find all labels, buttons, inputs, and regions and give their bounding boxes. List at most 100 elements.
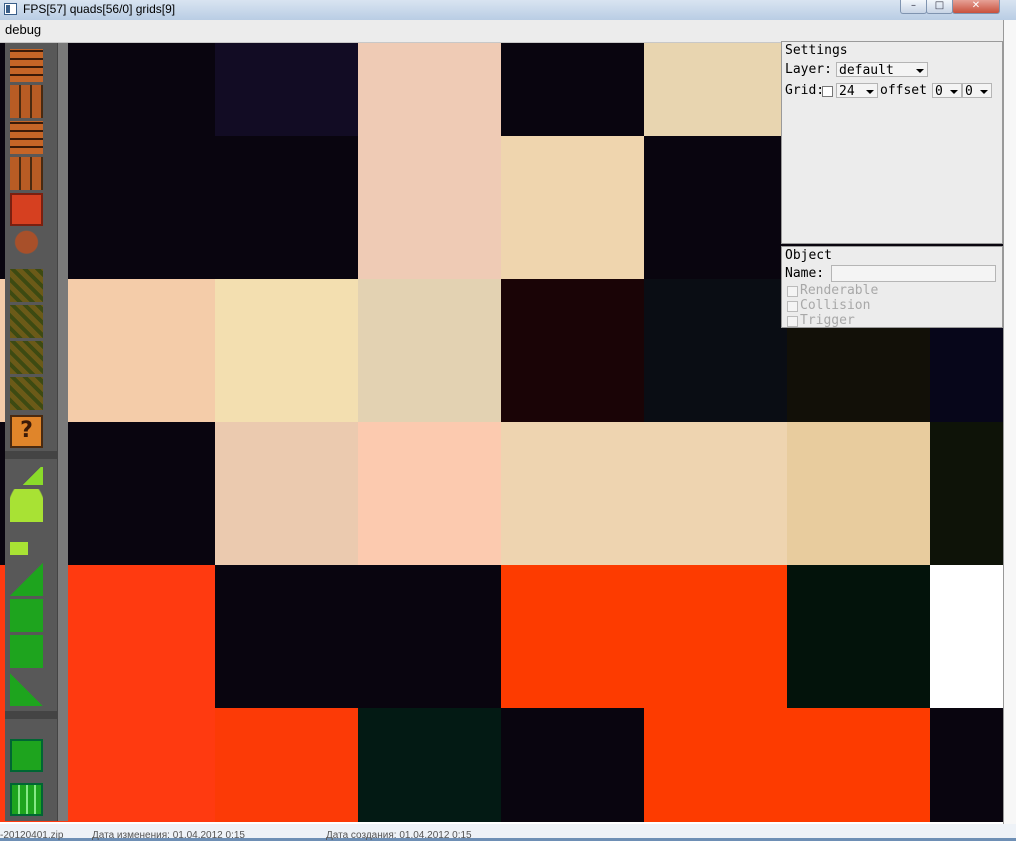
- palette-separator-2: [5, 711, 57, 719]
- moss-block-2-tile[interactable]: [10, 305, 43, 338]
- scene-tile[interactable]: [644, 708, 787, 822]
- scene-tile[interactable]: [215, 136, 358, 279]
- green-slope-top-tile[interactable]: [21, 467, 43, 485]
- grid-size-select[interactable]: 24: [836, 83, 878, 99]
- scene-tile[interactable]: [644, 279, 787, 422]
- scene-tile[interactable]: [358, 708, 501, 822]
- moss-block-4-tile[interactable]: [10, 377, 43, 410]
- tile-palette[interactable]: ?: [5, 43, 68, 821]
- maximize-button[interactable]: □: [926, 0, 953, 14]
- scene-tile[interactable]: [930, 708, 1003, 822]
- scene-tile[interactable]: [215, 41, 358, 136]
- moss-block-3-tile[interactable]: [10, 341, 43, 374]
- scene-tile[interactable]: [72, 565, 215, 708]
- scene-tile[interactable]: [215, 565, 358, 708]
- minimize-icon: –: [911, 0, 916, 11]
- red-block-tile[interactable]: [10, 193, 43, 226]
- door-block-tile[interactable]: [10, 49, 43, 82]
- green-slope-tile[interactable]: [10, 563, 43, 596]
- close-icon: ✕: [971, 0, 981, 11]
- chevron-down-icon: [866, 90, 874, 94]
- green-grass-tile[interactable]: [10, 533, 28, 555]
- green-pipe-top-tile[interactable]: [10, 739, 43, 772]
- brick-block-tile[interactable]: [10, 157, 43, 190]
- trigger-label: Trigger: [800, 313, 855, 328]
- scene-tile[interactable]: [787, 708, 930, 822]
- window-titlebar[interactable]: FPS[57] quads[56/0] grids[9] – □ ✕: [0, 0, 1016, 21]
- scene-tile[interactable]: [72, 41, 215, 136]
- scene-tile[interactable]: [930, 565, 1003, 708]
- scene-tile[interactable]: [644, 136, 787, 279]
- background-explorer-strip: -20120401.zip Дата изменения: 01.04.2012…: [0, 824, 1016, 841]
- close-button[interactable]: ✕: [952, 0, 1000, 14]
- grid-label: Grid:: [785, 83, 825, 98]
- scene-tile[interactable]: [215, 422, 358, 565]
- green-pipe-tile[interactable]: [10, 783, 43, 816]
- brick-wall-tile[interactable]: [10, 85, 43, 118]
- scene-tile[interactable]: [930, 422, 1003, 565]
- app-icon: [4, 3, 17, 15]
- scene-tile[interactable]: [501, 708, 644, 822]
- created-date: Дата создания: 01.04.2012 0:15: [326, 830, 472, 841]
- modified-date: Дата изменения: 01.04.2012 0:15: [92, 830, 245, 841]
- green-hill-tile[interactable]: [10, 489, 43, 522]
- scene-tile[interactable]: [501, 565, 644, 708]
- collision-checkbox[interactable]: [787, 301, 798, 312]
- scene-tile[interactable]: [644, 41, 787, 136]
- name-label: Name:: [785, 266, 825, 281]
- grid-checkbox[interactable]: [822, 86, 833, 97]
- scene-tile[interactable]: [215, 279, 358, 422]
- goomba-tile[interactable]: [10, 229, 43, 262]
- trigger-checkbox[interactable]: [787, 316, 798, 327]
- scene-tile[interactable]: [787, 422, 930, 565]
- settings-title: Settings: [785, 43, 848, 58]
- green-block-tile[interactable]: [10, 635, 43, 668]
- offset-x-value: 0: [935, 84, 943, 99]
- chevron-down-icon: [916, 69, 924, 73]
- question-block-tile[interactable]: ?: [10, 415, 43, 448]
- scene-tile[interactable]: [358, 422, 501, 565]
- scene-tile[interactable]: [358, 565, 501, 708]
- layer-select[interactable]: default: [836, 62, 928, 78]
- offset-y-value: 0: [965, 84, 973, 99]
- minimize-button[interactable]: –: [900, 0, 927, 14]
- client-area: debug ? Settings Layer: default Grid: 24…: [0, 20, 1003, 824]
- scene-tile[interactable]: [72, 279, 215, 422]
- scene-tile[interactable]: [644, 565, 787, 708]
- offset-y-select[interactable]: 0: [962, 83, 992, 99]
- green-triangle-tile[interactable]: [10, 673, 43, 706]
- moss-block-tile[interactable]: [10, 269, 43, 302]
- offset-x-select[interactable]: 0: [932, 83, 962, 99]
- scene-tile[interactable]: [358, 279, 501, 422]
- chevron-down-icon: [950, 90, 958, 94]
- debug-menu[interactable]: debug: [5, 22, 41, 37]
- green-block-door-tile[interactable]: [10, 599, 43, 632]
- settings-panel: Settings Layer: default Grid: 24 offset …: [781, 41, 1003, 244]
- palette-separator: [5, 451, 57, 459]
- scene-tile[interactable]: [501, 422, 644, 565]
- file-name: -20120401.zip: [0, 830, 64, 841]
- scene-tile[interactable]: [215, 708, 358, 822]
- scene-tile[interactable]: [787, 565, 930, 708]
- grid-size-value: 24: [839, 84, 855, 99]
- scene-tile[interactable]: [358, 136, 501, 279]
- background-window-edge: [1003, 20, 1016, 824]
- name-input[interactable]: [831, 265, 996, 282]
- renderable-label: Renderable: [800, 283, 879, 298]
- door-block-2-tile[interactable]: [10, 121, 43, 154]
- maximize-icon: □: [934, 0, 945, 11]
- renderable-checkbox[interactable]: [787, 286, 798, 297]
- scene-tile[interactable]: [72, 708, 215, 822]
- collision-label: Collision: [800, 298, 871, 313]
- scene-tile[interactable]: [501, 279, 644, 422]
- scene-tile[interactable]: [72, 422, 215, 565]
- chevron-down-icon: [980, 90, 988, 94]
- layer-select-value: default: [839, 63, 894, 78]
- scene-tile[interactable]: [72, 136, 215, 279]
- offset-label: offset: [880, 83, 927, 98]
- palette-scrollbar[interactable]: [57, 43, 68, 821]
- scene-tile[interactable]: [358, 41, 501, 136]
- scene-tile[interactable]: [501, 41, 644, 136]
- scene-tile[interactable]: [644, 422, 787, 565]
- scene-tile[interactable]: [501, 136, 644, 279]
